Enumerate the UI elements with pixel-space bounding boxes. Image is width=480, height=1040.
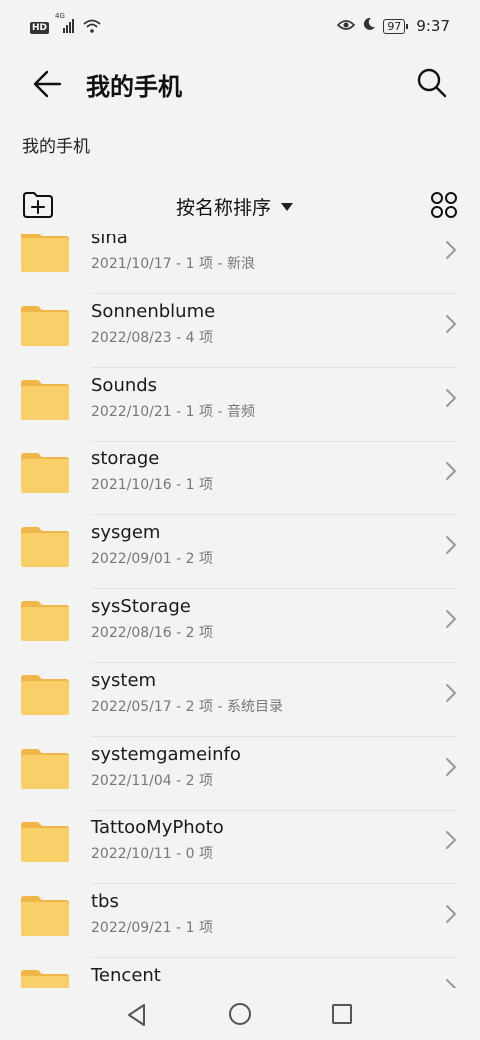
chevron-right-icon — [446, 462, 456, 481]
file-name: sina — [91, 234, 128, 248]
wifi-icon — [83, 18, 101, 37]
chevron-right-icon — [446, 536, 456, 555]
file-meta: 2021/10/17 - 1 项 - 新浪 — [91, 256, 255, 272]
grid-view-button[interactable] — [430, 191, 458, 219]
chevron-right-icon — [446, 905, 456, 924]
back-button[interactable] — [28, 64, 68, 104]
caret-down-icon — [281, 202, 294, 211]
folder-icon — [21, 379, 69, 420]
circle-home-icon — [229, 1003, 251, 1025]
new-folder-button[interactable] — [22, 191, 54, 219]
file-row[interactable]: sysStorage 2022/08/16 - 2 项 — [0, 589, 480, 663]
grid-view-icon — [431, 192, 457, 218]
square-recents-icon — [332, 1004, 352, 1024]
file-meta: 2022/11/04 - 2 项 — [91, 772, 214, 789]
file-meta: 2022/09/01 - 2 项 — [91, 551, 214, 568]
app-bar: 我的手机 — [0, 52, 480, 114]
chevron-right-icon — [446, 241, 456, 259]
battery-indicator: 97 — [383, 18, 409, 34]
folder-icon — [21, 748, 69, 789]
chevron-right-icon — [446, 610, 456, 628]
eye-icon — [337, 17, 356, 35]
nav-back-button[interactable] — [124, 1002, 150, 1028]
folder-icon — [21, 527, 69, 568]
system-nav-bar — [0, 988, 480, 1040]
status-right: 97 9:37 — [337, 17, 450, 35]
file-list[interactable]: sina 2021/10/17 - 1 项 - 新浪 Sonnenblume 2022… — [0, 234, 480, 988]
chevron-right-icon — [446, 683, 456, 702]
file-meta: 2022/05/17 - 2 项 - 系统目录 — [91, 698, 283, 715]
file-name: system — [91, 669, 157, 691]
breadcrumb[interactable]: 我的手机 — [22, 132, 90, 157]
folder-icon — [21, 896, 69, 937]
arrow-left-icon — [33, 70, 62, 98]
sort-dropdown[interactable]: 按名称排序 — [176, 193, 294, 220]
hd-badge: HD — [30, 21, 50, 34]
search-icon — [417, 68, 447, 98]
file-name: tbs — [91, 891, 119, 913]
folder-icon — [21, 822, 69, 863]
sort-label: 按名称排序 — [176, 197, 272, 219]
file-meta: 2021/10/16 - 1 项 — [91, 477, 214, 494]
moon-icon — [362, 17, 376, 35]
file-row[interactable]: Sonnenblume 2022/08/23 - 4 项 — [0, 294, 480, 368]
file-row[interactable]: system 2022/05/17 - 2 项 - 系统目录 — [0, 663, 480, 737]
chevron-right-icon — [446, 979, 456, 988]
file-row[interactable]: Sounds 2022/10/21 - 1 项 - 音频 — [0, 368, 480, 442]
chevron-right-icon — [446, 314, 456, 333]
folder-icon — [21, 601, 69, 641]
page-title: 我的手机 — [86, 73, 182, 101]
file-name: storage — [91, 448, 160, 470]
chevron-right-icon — [446, 757, 456, 776]
folder-icon — [21, 305, 69, 346]
chevron-right-icon — [446, 831, 456, 850]
file-row[interactable]: sina 2021/10/17 - 1 项 - 新浪 — [0, 234, 480, 294]
file-name: TattooMyPhoto — [91, 817, 224, 839]
file-meta: 2022/08/23 - 4 项 — [91, 329, 214, 346]
file-meta: 2022/09/21 - 1 项 — [91, 920, 214, 937]
file-row[interactable]: systemgameinfo 2022/11/04 - 2 项 — [0, 737, 480, 811]
file-name: systemgameinfo — [91, 743, 241, 765]
file-row[interactable]: TattooMyPhoto 2022/10/11 - 0 项 — [0, 810, 480, 885]
clock: 9:37 — [416, 17, 450, 35]
nav-home-button[interactable] — [228, 1002, 252, 1026]
folder-icon — [21, 970, 69, 988]
file-meta: 2022/10/11 - 0 项 — [91, 846, 214, 863]
triangle-back-icon — [128, 1004, 145, 1026]
folder-icon — [21, 453, 69, 494]
file-row[interactable]: tbs 2022/09/21 - 1 项 — [0, 884, 480, 959]
network-label: 4G — [55, 12, 65, 20]
search-button[interactable] — [414, 65, 450, 101]
file-row[interactable]: storage 2021/10/16 - 1 项 — [0, 441, 480, 516]
folder-icon — [21, 234, 69, 272]
status-left: HD 4G — [30, 12, 101, 37]
file-meta: 2022/10/21 - 1 项 - 音频 — [91, 403, 255, 420]
nav-recents-button[interactable] — [331, 1003, 353, 1025]
file-row[interactable]: Tencent — [0, 958, 480, 988]
file-name: sysgem — [91, 522, 161, 544]
file-name: Sounds — [91, 374, 158, 396]
file-row[interactable]: sysgem 2022/09/01 - 2 项 — [0, 515, 480, 590]
file-name: Tencent — [91, 965, 161, 986]
toolbar: 按名称排序 — [0, 185, 480, 229]
folder-icon — [21, 674, 69, 715]
signal-icon: 4G — [55, 12, 77, 37]
file-name: Sonnenblume — [91, 300, 216, 322]
file-meta: 2022/08/16 - 2 项 — [91, 625, 214, 641]
file-name: sysStorage — [91, 596, 191, 617]
status-bar: HD 4G 97 9:37 — [0, 0, 480, 52]
chevron-right-icon — [446, 388, 456, 407]
new-folder-icon — [23, 192, 53, 218]
